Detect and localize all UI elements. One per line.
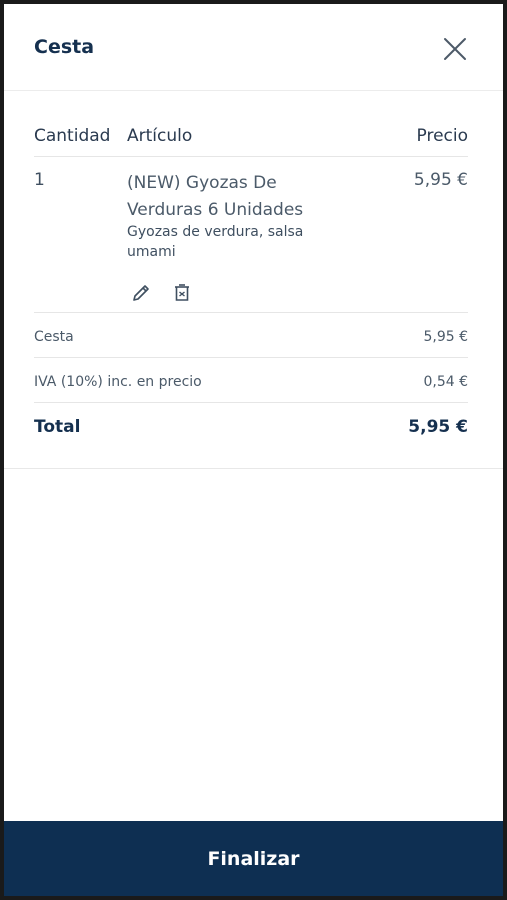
item-price: 5,95 €: [413, 170, 468, 190]
header-divider: [34, 156, 468, 157]
column-header-article: Artículo: [127, 126, 193, 146]
trash-icon: [175, 284, 189, 301]
subtotal-divider: [34, 357, 468, 358]
tax-row: IVA (10%) inc. en precio 0,54 €: [34, 374, 468, 390]
cart-title: Cesta: [34, 36, 95, 58]
item-divider: [34, 312, 468, 313]
item-name: (NEW) Gyozas De Verduras 6 Unidades: [127, 173, 304, 220]
finalize-button[interactable]: Finalizar: [4, 821, 503, 896]
pencil-icon: [133, 285, 149, 301]
subtotal-label: Cesta: [34, 329, 74, 345]
item-quantity: 1: [34, 170, 45, 190]
delete-item-button[interactable]: [171, 282, 193, 304]
column-header-quantity: Cantidad: [34, 126, 111, 146]
cart-panel: Cesta Cantidad Artículo Precio 1 (NEW) G…: [4, 4, 503, 896]
subtotal-row: Cesta 5,95 €: [34, 329, 468, 345]
close-icon: [444, 38, 466, 60]
tax-label: IVA (10%) inc. en precio: [34, 374, 202, 390]
column-header-price: Precio: [416, 126, 469, 146]
summary-bottom-divider: [4, 468, 503, 469]
total-label: Total: [34, 417, 81, 437]
close-button[interactable]: [440, 34, 470, 64]
total-value: 5,95 €: [408, 417, 468, 437]
edit-item-button[interactable]: [130, 282, 152, 304]
tax-value: 0,54 €: [423, 374, 468, 390]
cart-header: Cesta: [4, 4, 503, 91]
total-row: Total 5,95 €: [34, 417, 468, 437]
item-description: Gyozas de verdura, salsa umami: [127, 224, 304, 260]
subtotal-value: 5,95 €: [423, 329, 468, 345]
tax-divider: [34, 402, 468, 403]
